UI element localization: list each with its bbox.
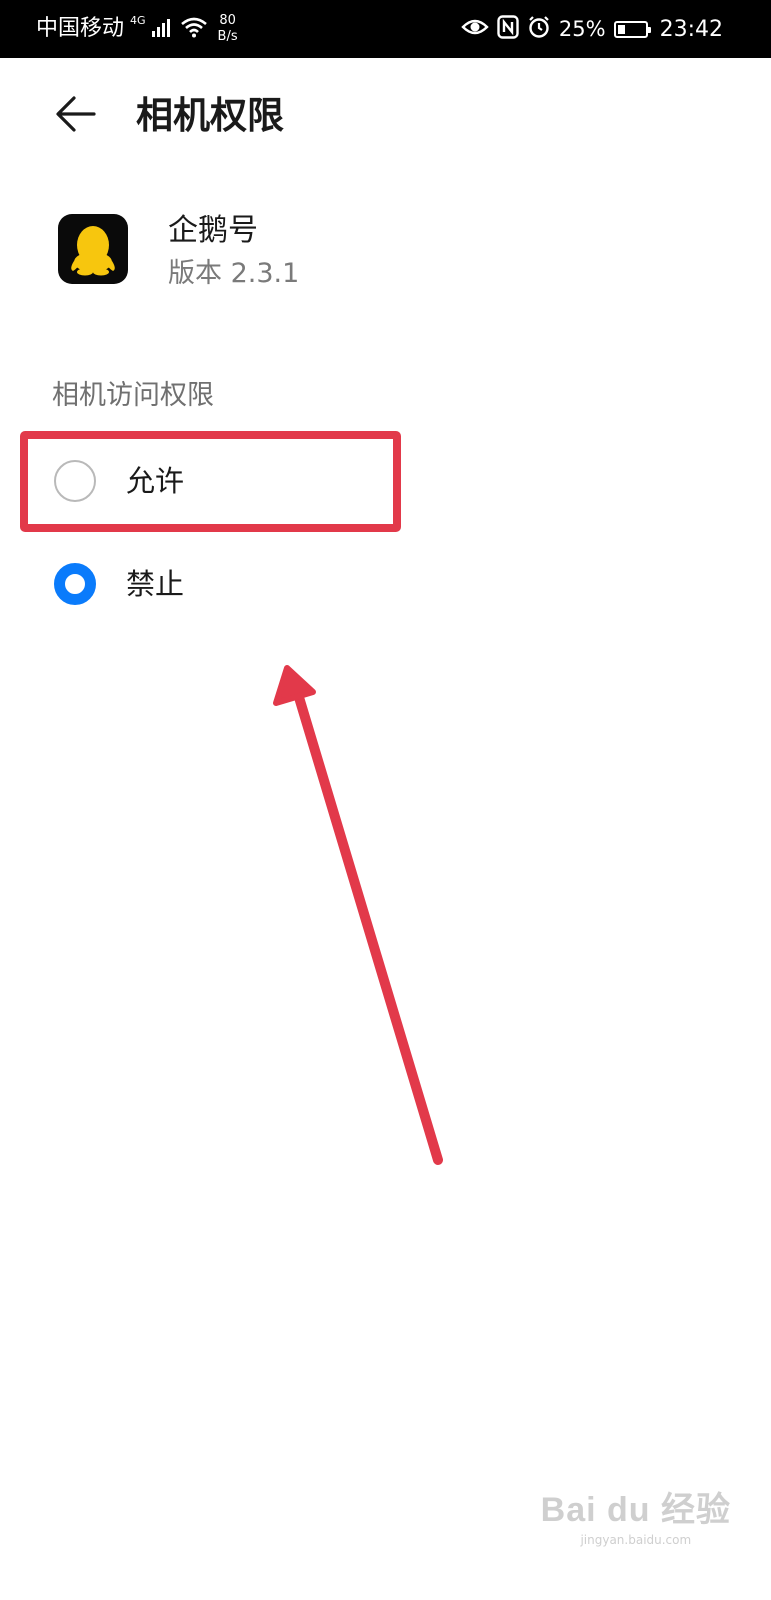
speed-value: 80: [219, 13, 236, 28]
app-info: 企鹅号 版本 2.3.1: [58, 213, 658, 289]
watermark-logo: Bai du 经验: [540, 1491, 731, 1529]
status-left: 中国移动 4G 80 B/s: [36, 10, 238, 48]
back-arrow-icon: [54, 94, 98, 138]
nfc-icon: [497, 15, 519, 43]
speed-unit: B/s: [217, 29, 238, 44]
section-label: 相机访问权限: [52, 380, 214, 411]
option-deny[interactable]: 禁止: [20, 534, 400, 634]
alarm-icon: [527, 15, 551, 43]
network-type: 4G: [130, 13, 146, 27]
penguin-app-icon: [58, 214, 128, 284]
wifi-icon: [180, 16, 208, 42]
battery-icon: [613, 20, 651, 38]
app-name: 企鹅号: [168, 213, 258, 248]
status-bar: 中国移动 4G 80 B/s 25% 23:42: [0, 0, 771, 58]
app-header: 相机权限: [0, 58, 771, 176]
clock: 23:42: [659, 16, 723, 42]
radio-allow-unchecked[interactable]: [54, 460, 96, 502]
eye-icon: [461, 17, 489, 41]
watermark-url: jingyan.baidu.com: [580, 1533, 692, 1547]
battery-percent: 25%: [558, 17, 606, 41]
page-title: 相机权限: [136, 94, 284, 137]
back-button[interactable]: [44, 84, 108, 148]
app-version: 版本 2.3.1: [168, 258, 300, 289]
radio-deny-checked[interactable]: [54, 563, 96, 605]
battery-level: [617, 24, 625, 34]
option-allow-label: 允许: [126, 464, 185, 498]
carrier-name: 中国移动: [36, 16, 125, 41]
signal-icon: [151, 17, 174, 41]
network-speed: 80 B/s: [218, 13, 238, 45]
option-allow[interactable]: 允许: [20, 431, 400, 531]
status-right: 25% 23:42: [461, 10, 723, 48]
baidu-watermark: Bai du 经验 jingyan.baidu.com: [541, 1482, 731, 1547]
option-deny-label: 禁止: [126, 567, 185, 601]
